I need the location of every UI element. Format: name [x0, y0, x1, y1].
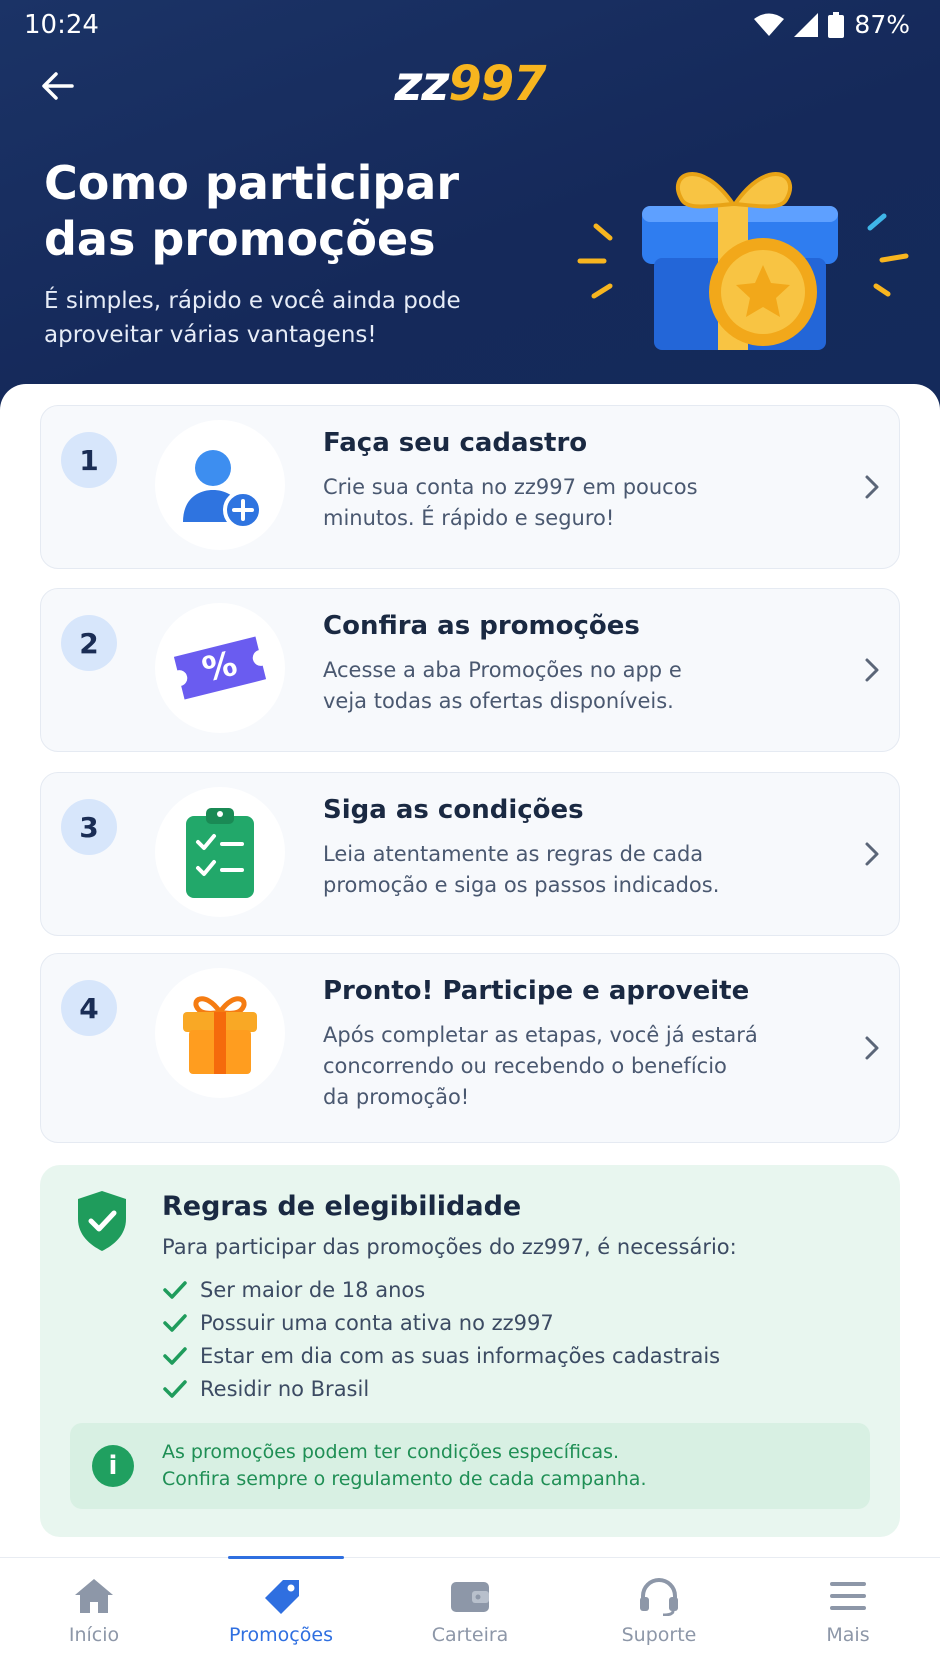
- nav-item-promocoes[interactable]: Promoções: [211, 1576, 351, 1646]
- step-card-2[interactable]: 2 % Confira as promoções Acesse a aba Pr…: [40, 588, 900, 752]
- logo-997: 997: [448, 56, 546, 112]
- menu-icon: [830, 1582, 866, 1610]
- rule-item: Residir no Brasil: [162, 1372, 720, 1405]
- status-icons: 87%: [754, 10, 910, 39]
- status-bar: 10:24 87%: [0, 0, 940, 48]
- gift-coin-illustration: [577, 172, 909, 350]
- rule-text: Residir no Brasil: [200, 1376, 370, 1401]
- info-note-line: Confira sempre o regulamento de cada cam…: [162, 1468, 647, 1490]
- step-description-line: Acesse a aba Promoções no app e: [323, 658, 682, 682]
- logo-zz: zz: [394, 56, 449, 112]
- step-description-line: Crie sua conta no zz997 em poucos: [323, 475, 698, 499]
- rule-text: Ser maior de 18 anos: [200, 1277, 426, 1302]
- step-number-badge: 4: [61, 980, 117, 1036]
- step-description-line: promoção e siga os passos indicados.: [323, 873, 720, 897]
- step-description: Após completar as etapas, você já estará…: [323, 1020, 783, 1113]
- nav-label: Promoções: [229, 1624, 333, 1646]
- rule-item: Possuir uma conta ativa no zz997: [162, 1306, 720, 1339]
- icon-circle: [155, 420, 285, 550]
- step-description: Crie sua conta no zz997 em poucos minuto…: [323, 472, 783, 534]
- headset-icon: [640, 1578, 678, 1616]
- info-note-line: As promoções podem ter condições específ…: [162, 1441, 620, 1463]
- ticket-percent-icon: %: [173, 636, 267, 700]
- check-icon: [163, 1313, 187, 1332]
- step-description-line: da promoção!: [323, 1085, 470, 1109]
- chevron-right-icon: [865, 842, 879, 866]
- step-description-line: concorrendo ou recebendo o benefício: [323, 1054, 727, 1078]
- rules-subtitle: Para participar das promoções do zz997, …: [162, 1235, 737, 1259]
- chevron-right-icon: [865, 658, 879, 682]
- nav-item-suporte[interactable]: Suporte: [589, 1576, 729, 1646]
- icon-circle: %: [155, 603, 285, 733]
- home-icon: [75, 1579, 113, 1613]
- gift-icon: [183, 996, 257, 1074]
- battery-icon: [828, 11, 845, 38]
- step-description-line: veja todas as ofertas disponíveis.: [323, 689, 674, 713]
- rule-text: Possuir uma conta ativa no zz997: [200, 1310, 554, 1335]
- nav-item-inicio[interactable]: Início: [24, 1576, 164, 1646]
- info-note: i As promoções podem ter condições espec…: [70, 1423, 870, 1509]
- nav-label: Carteira: [431, 1624, 509, 1646]
- check-icon: [163, 1280, 187, 1299]
- rule-item: Ser maior de 18 anos: [162, 1273, 720, 1306]
- app-bar: zz997: [0, 52, 940, 122]
- page-subtitle-line1: É simples, rápido e você ainda pode: [44, 288, 461, 314]
- icon-circle: [155, 968, 285, 1098]
- wifi-icon: [754, 13, 785, 36]
- page-title-line1: Como participar: [44, 156, 460, 210]
- step-description-line: Após completar as etapas, você já estará: [323, 1023, 758, 1047]
- page-title: Como participar das promoções: [44, 155, 514, 267]
- bottom-navigation: Início Promoções Carteira Suporte Mais: [0, 1556, 940, 1672]
- step-title: Faça seu cadastro: [323, 428, 588, 458]
- rule-text: Estar em dia com as suas informações cad…: [200, 1343, 721, 1368]
- icon-circle: [155, 787, 285, 917]
- rules-list: Ser maior de 18 anos Possuir uma conta a…: [162, 1273, 720, 1405]
- step-title: Confira as promoções: [323, 611, 640, 641]
- page-subtitle-line2: aproveitar várias vantagens!: [44, 322, 377, 348]
- page-title-line2: das promoções: [44, 212, 436, 266]
- step-card-3[interactable]: 3 Siga as condições Leia atentamente as …: [40, 772, 900, 936]
- battery-percent: 87%: [854, 10, 910, 39]
- step-number-badge: 2: [61, 615, 117, 671]
- info-note-text: As promoções podem ter condições específ…: [162, 1439, 647, 1493]
- nav-label: Mais: [826, 1624, 870, 1646]
- step-description-line: Leia atentamente as regras de cada: [323, 842, 704, 866]
- clipboard-check-icon: [186, 808, 254, 898]
- page-subtitle: É simples, rápido e você ainda pode apro…: [44, 284, 514, 352]
- user-add-icon: [183, 450, 263, 530]
- shield-check-icon: [78, 1191, 126, 1251]
- step-title: Siga as condições: [323, 795, 584, 825]
- tag-icon: [265, 1580, 299, 1614]
- active-tab-indicator: [228, 1556, 344, 1559]
- step-card-1[interactable]: 1 Faça seu cadastro Crie sua conta no zz…: [40, 405, 900, 569]
- step-title: Pronto! Participe e aproveite: [323, 976, 750, 1006]
- eligibility-rules-card: Regras de elegibilidade Para participar …: [40, 1165, 900, 1537]
- step-description-line: minutos. É rápido e seguro!: [323, 506, 615, 530]
- chevron-right-icon: [865, 1036, 879, 1060]
- wallet-icon: [451, 1582, 489, 1612]
- check-icon: [163, 1379, 187, 1398]
- nav-label: Suporte: [621, 1624, 697, 1646]
- info-icon: i: [92, 1445, 134, 1487]
- rules-title: Regras de elegibilidade: [162, 1191, 522, 1222]
- app-logo: zz997: [0, 56, 940, 112]
- signal-icon: [794, 12, 819, 37]
- nav-item-carteira[interactable]: Carteira: [400, 1576, 540, 1646]
- chevron-right-icon: [865, 475, 879, 499]
- nav-item-mais[interactable]: Mais: [778, 1576, 918, 1646]
- rule-item: Estar em dia com as suas informações cad…: [162, 1339, 720, 1372]
- hero-banner: 10:24 87% zz997 Como participar das prom…: [0, 0, 940, 420]
- step-description: Acesse a aba Promoções no app e veja tod…: [323, 655, 783, 717]
- step-description: Leia atentamente as regras de cada promo…: [323, 839, 783, 901]
- step-number-badge: 3: [61, 799, 117, 855]
- step-card-4[interactable]: 4 Pronto! Participe e aproveite Após com…: [40, 953, 900, 1143]
- check-icon: [163, 1346, 187, 1365]
- nav-label: Início: [68, 1624, 120, 1646]
- step-number-badge: 1: [61, 432, 117, 488]
- status-time: 10:24: [24, 10, 99, 40]
